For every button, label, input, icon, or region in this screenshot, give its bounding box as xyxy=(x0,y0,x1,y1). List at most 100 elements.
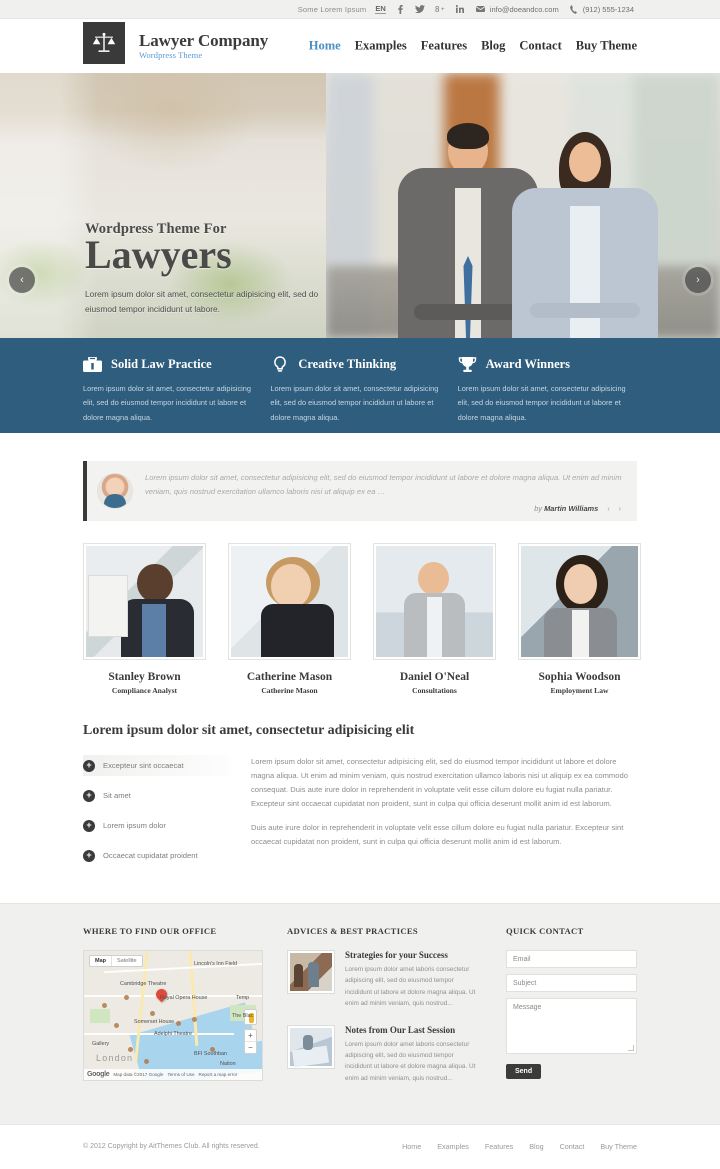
email-field[interactable]: Email xyxy=(506,950,637,969)
plus-circle-icon: + xyxy=(83,849,95,862)
hero-next-button[interactable]: › xyxy=(685,267,711,293)
map-label: Nation xyxy=(220,1061,236,1068)
team-member-role: Consultations xyxy=(412,686,457,696)
team-member-role: Employment Law xyxy=(550,686,609,696)
accordion-item-label: Excepteur sint occaecat xyxy=(103,761,184,771)
team-member[interactable]: Daniel O'Neal Consultations xyxy=(373,543,496,695)
svg-text:+: + xyxy=(441,7,445,13)
testimonial-section: Lorem ipsum dolor sit amet, consectetur … xyxy=(0,433,720,522)
phone-text: (912) 555-1234 xyxy=(582,4,634,14)
map-zoom-control[interactable]: + − xyxy=(244,1029,257,1055)
accordion-item-label: Lorem ipsum dolor xyxy=(103,821,166,831)
logo-subtitle: Wordpress Theme xyxy=(139,50,203,61)
linkedin-icon[interactable] xyxy=(455,5,466,13)
map-label: The Blac xyxy=(232,1013,254,1020)
briefcase-icon xyxy=(83,355,102,374)
twitter-icon[interactable] xyxy=(415,4,426,14)
testimonial-text: Lorem ipsum dolor sit amet, consectetur … xyxy=(145,473,622,497)
footer-widget-contact: QUICK CONTACT Email Subject Message Send xyxy=(506,926,637,1100)
map-attribution: Map data ©2017 Google xyxy=(113,1072,164,1078)
footer-bottom-bar: © 2012 Copyright by AitThemes Club. All … xyxy=(0,1123,720,1169)
send-button[interactable]: Send xyxy=(506,1064,542,1080)
team-member-name: Sophia Woodson xyxy=(538,671,621,684)
map-zoom-out-button[interactable]: − xyxy=(245,1041,256,1053)
team-member-photo xyxy=(83,543,206,661)
map-label: Royal Opera House xyxy=(160,995,208,1002)
testimonial-by-prefix: by xyxy=(534,504,543,514)
team-member[interactable]: Catherine Mason Catherine Mason xyxy=(228,543,351,695)
accordion-item[interactable]: + Sit amet xyxy=(83,785,231,806)
map-zoom-in-button[interactable]: + xyxy=(245,1030,256,1041)
hero-prev-button[interactable]: ‹ xyxy=(9,267,35,293)
hero-photo xyxy=(326,73,720,338)
footer-widgets: WHERE TO FIND OUR OFFICE Map Satellite +… xyxy=(0,903,720,1124)
map-attribution-bar: Google Map data ©2017 Google Terms of Us… xyxy=(84,1069,262,1081)
post-excerpt: Lorem ipsum dolor amet laboris consectet… xyxy=(345,1040,476,1082)
post-thumbnail xyxy=(287,950,335,995)
feature-title: Creative Thinking xyxy=(298,357,397,371)
feature-text: Lorem ipsum dolor sit amet, consectetur … xyxy=(457,384,626,422)
map-type-map[interactable]: Map xyxy=(90,956,111,966)
map-city-label: London xyxy=(96,1053,134,1064)
nav-item-examples[interactable]: Examples xyxy=(355,39,407,54)
footer-widget-office: WHERE TO FIND OUR OFFICE Map Satellite +… xyxy=(83,926,263,1100)
map-type-control[interactable]: Map Satellite xyxy=(89,955,143,968)
trophy-icon xyxy=(458,355,477,374)
logo-title: Lawyer Company xyxy=(139,30,269,50)
team-member-role: Compliance Analyst xyxy=(111,686,178,696)
hero-title: Lawyers xyxy=(85,232,232,277)
post-title[interactable]: Strategies for your Success xyxy=(345,950,482,960)
logo[interactable]: Lawyer Company Wordpress Theme xyxy=(83,22,269,67)
feature-title: Award Winners xyxy=(485,357,571,371)
nav-item-features[interactable]: Features xyxy=(421,39,467,54)
feature-title: Solid Law Practice xyxy=(111,357,212,371)
office-map[interactable]: Map Satellite + − Lincoln's Inn Field Ca… xyxy=(83,950,263,1082)
team-member[interactable]: Sophia Woodson Employment Law xyxy=(518,543,641,695)
nav-item-buy-theme[interactable]: Buy Theme xyxy=(576,39,637,54)
testimonial-author: Martin Williams xyxy=(544,504,599,514)
accordion-item[interactable]: + Lorem ipsum dolor xyxy=(83,815,231,836)
feature-text: Lorem ipsum dolor sit amet, consectetur … xyxy=(83,384,252,422)
google-plus-icon[interactable]: 8 + xyxy=(435,5,446,13)
map-report-link[interactable]: Report a map error xyxy=(199,1072,238,1077)
testimonial-card: Lorem ipsum dolor sit amet, consectetur … xyxy=(83,461,637,522)
lightbulb-icon xyxy=(270,355,289,374)
accordion-list: + Excepteur sint occaecat + Sit amet + L… xyxy=(83,755,231,875)
google-logo: Google xyxy=(87,1071,110,1079)
accordion-item[interactable]: + Occaecat cupidatat proident xyxy=(83,845,231,866)
team-member-photo xyxy=(373,543,496,661)
map-label: Lincoln's Inn Field xyxy=(194,961,237,968)
nav-item-contact[interactable]: Contact xyxy=(519,39,561,54)
plus-circle-icon: + xyxy=(83,819,95,832)
top-utility-bar: Some Lorem Ipsum EN 8 + info@doeandco.com… xyxy=(0,0,720,19)
team-member[interactable]: Stanley Brown Compliance Analyst xyxy=(83,543,206,695)
team-member-name: Catherine Mason xyxy=(246,671,333,684)
map-label: Cambridge Theatre xyxy=(120,981,167,988)
email-text: info@doeandco.com xyxy=(489,4,559,14)
nav-item-home[interactable]: Home xyxy=(309,39,341,54)
facebook-icon[interactable] xyxy=(395,4,406,14)
feature-award-winners: Award Winners Lorem ipsum dolor sit amet… xyxy=(458,355,637,433)
map-terms-link[interactable]: Terms of Use xyxy=(167,1072,194,1077)
widget-title: QUICK CONTACT xyxy=(506,926,584,937)
phone-icon xyxy=(568,4,579,14)
post-item[interactable]: Strategies for your Success Lorem ipsum … xyxy=(287,950,482,1009)
section-paragraph: Duis aute irure dolor in reprehenderit i… xyxy=(251,823,624,847)
post-thumbnail xyxy=(287,1024,335,1069)
language-selector[interactable]: EN xyxy=(375,4,386,14)
main-navigation: Home Examples Features Blog Contact Buy … xyxy=(309,39,637,54)
message-field[interactable]: Message xyxy=(506,998,637,1055)
email-contact[interactable]: info@doeandco.com xyxy=(475,5,559,14)
topbar-tagline: Some Lorem Ipsum xyxy=(297,4,367,14)
feature-creative-thinking: Creative Thinking Lorem ipsum dolor sit … xyxy=(270,355,449,433)
testimonial-prev-button[interactable]: ‹ xyxy=(607,506,611,513)
accordion-item[interactable]: + Excepteur sint occaecat xyxy=(83,755,231,777)
post-title[interactable]: Notes from Our Last Session xyxy=(345,1025,482,1035)
site-header: Lawyer Company Wordpress Theme Home Exam… xyxy=(0,19,720,73)
subject-field[interactable]: Subject xyxy=(506,974,637,993)
testimonial-next-button[interactable]: › xyxy=(619,506,623,513)
map-type-satellite[interactable]: Satellite xyxy=(111,956,142,967)
content-section: Lorem ipsum dolor sit amet, consectetur … xyxy=(0,695,720,875)
post-item[interactable]: Notes from Our Last Session Lorem ipsum … xyxy=(287,1024,482,1084)
nav-item-blog[interactable]: Blog xyxy=(481,39,505,54)
